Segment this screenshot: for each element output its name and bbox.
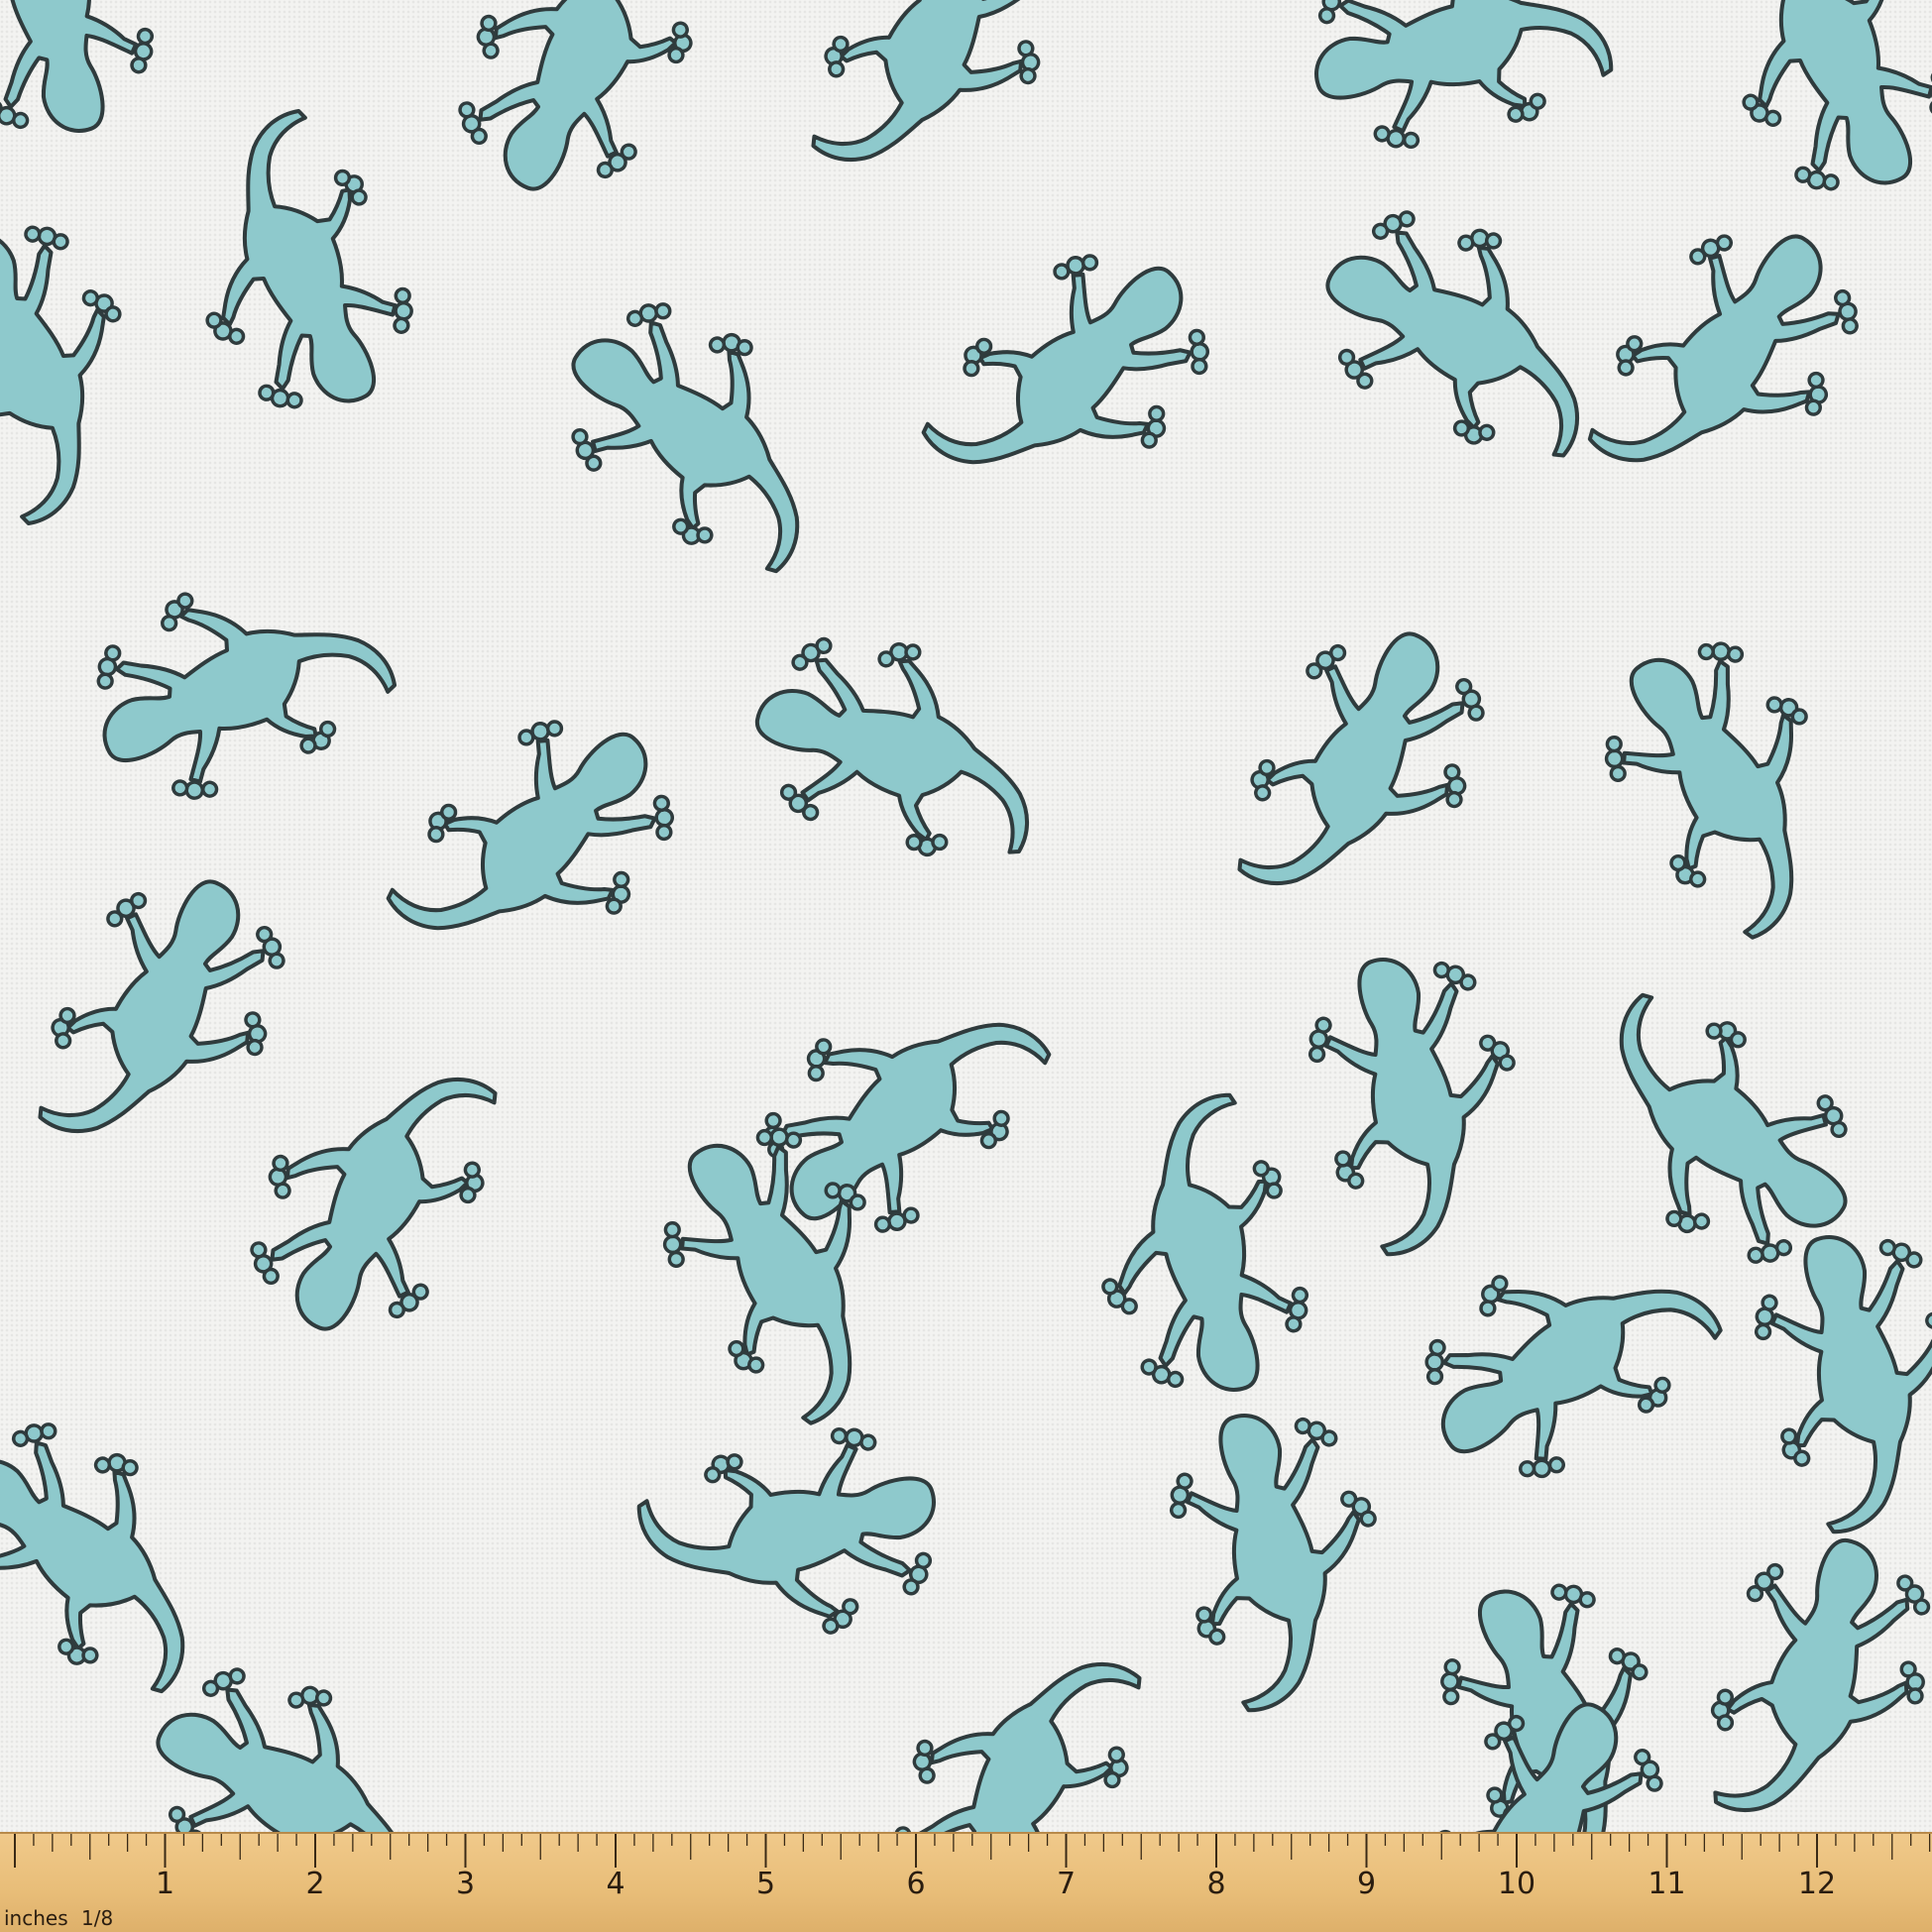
- ruler-number: 5: [756, 1867, 775, 1901]
- ruler-number: 12: [1798, 1867, 1836, 1901]
- gecko-icon: [0, 1391, 257, 1710]
- gecko-icon: [0, 188, 190, 536]
- gecko-icon: [0, 0, 189, 163]
- gecko-icon: [906, 205, 1245, 554]
- gecko-icon: [794, 0, 1082, 212]
- ruler-number: 7: [1057, 1867, 1076, 1901]
- gecko-icon: [21, 848, 309, 1185]
- gecko-icon: [371, 671, 710, 1020]
- gecko-icon: [1220, 600, 1509, 937]
- gecko-icon: [226, 1027, 514, 1364]
- gecko-icon: [1571, 186, 1890, 534]
- gecko-icon: [1294, 186, 1631, 475]
- ruler-fraction-label: 1/8: [81, 1906, 113, 1930]
- ruler-ticks: 1234567891011121: [14, 1834, 1931, 1901]
- gecko-icon: [434, 0, 723, 223]
- ruler-number: 9: [1357, 1867, 1376, 1901]
- ruler-number: 10: [1498, 1867, 1535, 1901]
- measuring-ruler: 1234567891011121 inches 1/8: [0, 1832, 1932, 1932]
- gecko-icon: [1134, 1384, 1422, 1721]
- gecko-pattern: [0, 0, 1932, 1932]
- gecko-icon: [1055, 1085, 1343, 1422]
- gecko-icon: [1673, 0, 1932, 228]
- ruler-unit-label: inches: [4, 1906, 68, 1930]
- gecko-icon: [739, 621, 1055, 871]
- gecko-icon: [59, 523, 407, 843]
- gecko-icon: [1557, 604, 1896, 953]
- ruler-number: 3: [456, 1867, 475, 1901]
- ruler-number: 1: [156, 1867, 174, 1901]
- ruler-number: 6: [906, 1867, 925, 1901]
- gecko-icon: [1696, 1523, 1932, 1838]
- fabric-canvas: 1234567891011121 inches 1/8: [0, 0, 1932, 1932]
- ruler-number: 2: [305, 1867, 324, 1901]
- gecko-icon: [1387, 1187, 1736, 1526]
- gecko-icon: [1285, 0, 1622, 184]
- ruler-number: 4: [606, 1867, 625, 1901]
- gecko-icon: [629, 1392, 966, 1680]
- ruler-number: 11: [1648, 1867, 1685, 1901]
- gecko-icon: [1273, 928, 1561, 1265]
- gecko-icon: [137, 98, 456, 446]
- ruler-number: 8: [1206, 1867, 1225, 1901]
- gecko-icon: [523, 271, 871, 590]
